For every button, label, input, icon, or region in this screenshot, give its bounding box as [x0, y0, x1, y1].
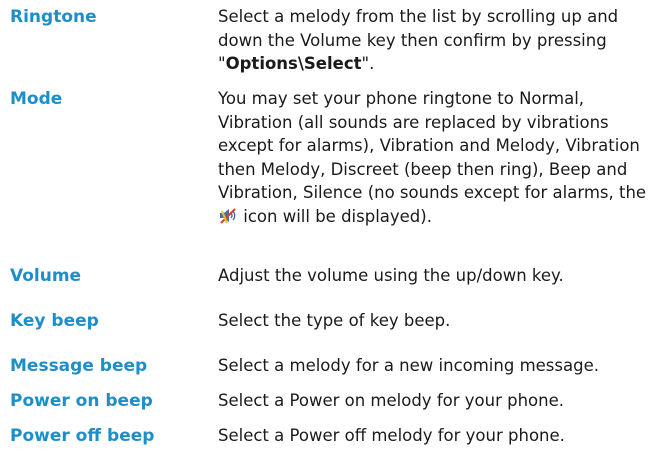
- desc-ringtone-end: ".: [361, 54, 375, 74]
- term-power-on-beep: Power on beep: [10, 391, 153, 411]
- term-ringtone: Ringtone: [10, 7, 97, 27]
- desc-key-beep: Select the type of key beep.: [218, 311, 451, 330]
- desc-power-off-beep: Select a Power off melody for your phone…: [218, 426, 565, 445]
- desc-ringtone: Select a melody from the list by scrolli…: [218, 5, 648, 76]
- desc-mode-text: You may set your phone ringtone to Norma…: [218, 89, 647, 203]
- desc-mode: You may set your phone ringtone to Norma…: [218, 87, 648, 229]
- term-power-off-beep: Power off beep: [10, 426, 155, 446]
- term-key-beep: Key beep: [10, 311, 99, 331]
- term-message-beep: Message beep: [10, 356, 148, 376]
- desc-message-beep: Select a melody for a new incoming messa…: [218, 356, 599, 375]
- options-select-label: Options\Select: [225, 54, 362, 74]
- silent-mode-icon: [218, 207, 238, 225]
- term-mode: Mode: [10, 89, 63, 109]
- desc-power-on-beep: Select a Power on melody for your phone.: [218, 391, 564, 410]
- desc-mode-end: icon will be displayed).: [243, 206, 432, 226]
- term-volume: Volume: [10, 266, 82, 286]
- desc-volume: Adjust the volume using the up/down key.: [218, 266, 564, 285]
